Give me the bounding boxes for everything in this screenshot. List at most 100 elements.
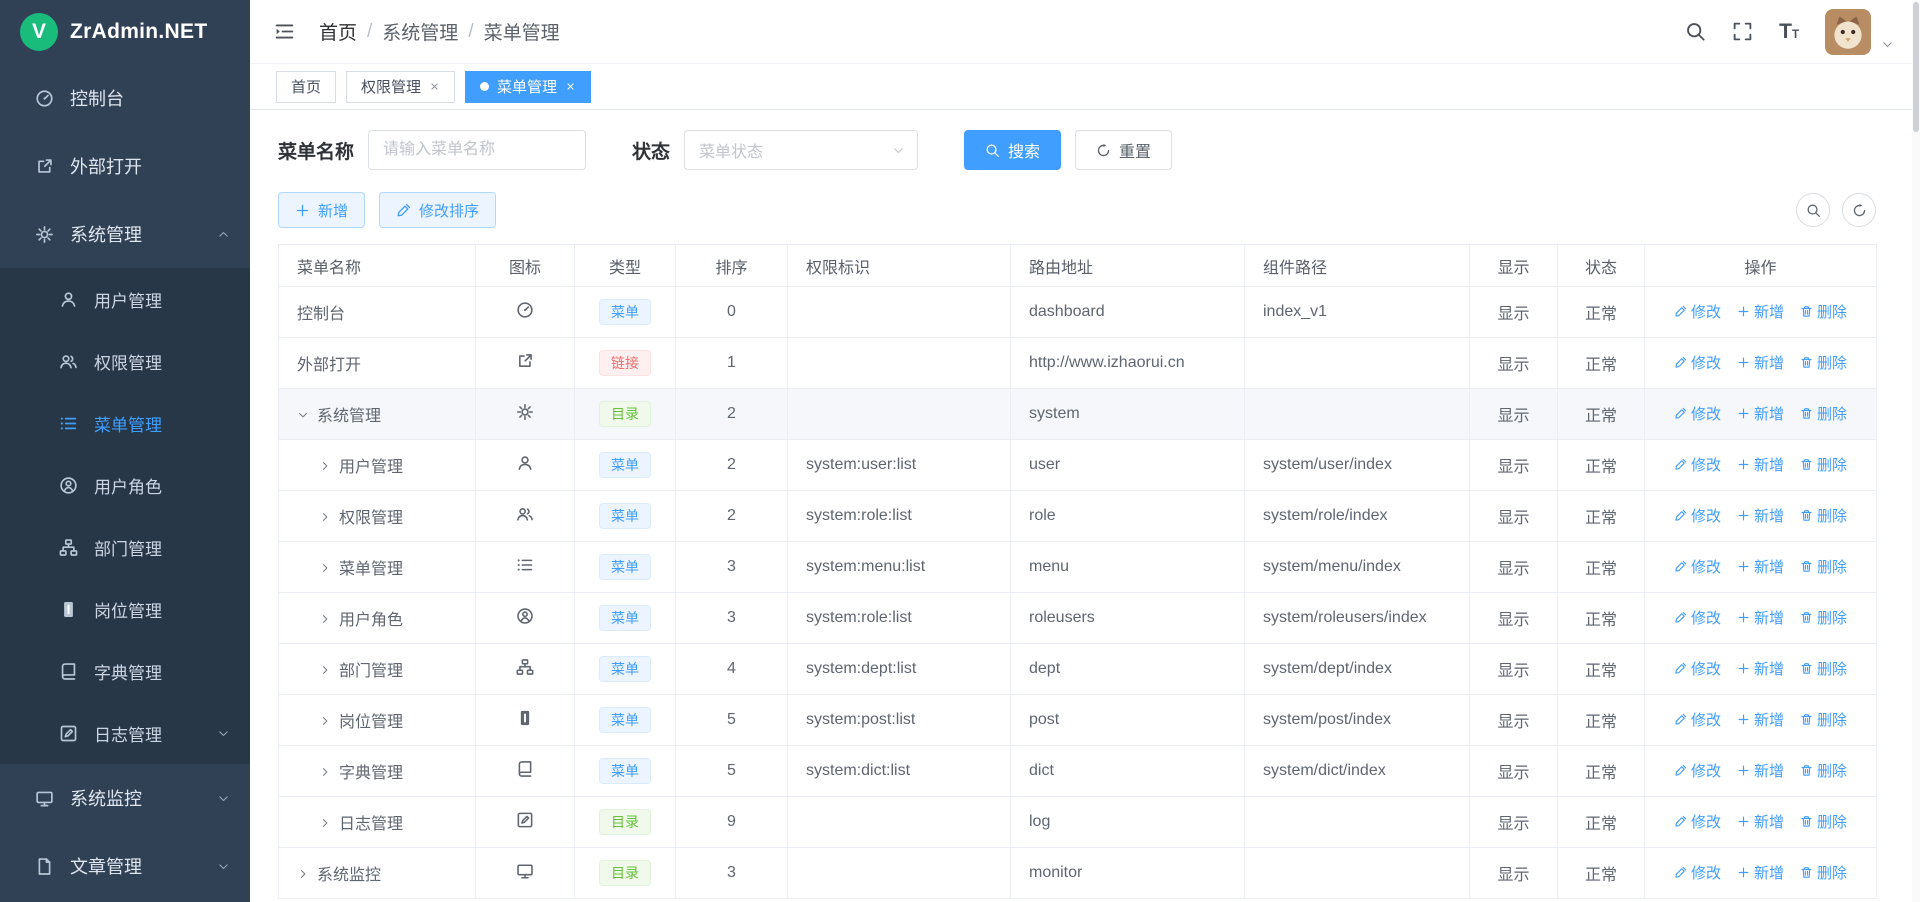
row-add-button[interactable]: 新增	[1737, 505, 1784, 526]
sidebar-item-post-management[interactable]: 岗位管理	[0, 578, 250, 640]
user-avatar[interactable]	[1825, 9, 1871, 55]
row-add-button[interactable]: 新增	[1737, 352, 1784, 373]
chevron-right-icon[interactable]	[319, 817, 331, 829]
font-size-button[interactable]: TT	[1779, 20, 1799, 44]
row-edit-button[interactable]: 修改	[1674, 811, 1721, 832]
type-tag: 目录	[599, 809, 651, 836]
row-edit-button[interactable]: 修改	[1674, 505, 1721, 526]
cell-status: 正常	[1558, 287, 1645, 338]
row-delete-button[interactable]: 删除	[1800, 607, 1847, 628]
row-edit-button[interactable]: 修改	[1674, 403, 1721, 424]
row-delete-button[interactable]: 删除	[1800, 403, 1847, 424]
row-add-button[interactable]: 新增	[1737, 811, 1784, 832]
close-icon[interactable]	[429, 81, 440, 92]
row-delete-button[interactable]: 删除	[1800, 862, 1847, 883]
toggle-search-button[interactable]	[1796, 193, 1830, 227]
tab-menu-management[interactable]: 菜单管理	[465, 71, 591, 103]
row-edit-button[interactable]: 修改	[1674, 658, 1721, 679]
sidebar-item-dictionary-management[interactable]: 字典管理	[0, 640, 250, 702]
breadcrumb-item[interactable]: 首页	[319, 18, 357, 45]
chevron-right-icon[interactable]	[319, 511, 331, 523]
sidebar-collapse-button[interactable]	[274, 21, 295, 42]
breadcrumb-item[interactable]: 系统管理	[382, 18, 458, 45]
table-row: 岗位管理菜单5system:post:listpostsystem/post/i…	[279, 695, 1877, 746]
page-scrollbar[interactable]	[1912, 0, 1920, 902]
row-edit-button[interactable]: 修改	[1674, 301, 1721, 322]
delete-icon	[1800, 713, 1813, 726]
edit-sort-button[interactable]: 修改排序	[379, 192, 496, 228]
cell-route: http://www.izhaorui.cn	[1011, 338, 1245, 389]
sidebar-item-permission-management[interactable]: 权限管理	[0, 330, 250, 392]
header-search-button[interactable]	[1685, 21, 1706, 42]
row-delete-button[interactable]: 删除	[1800, 301, 1847, 322]
row-add-button[interactable]: 新增	[1737, 709, 1784, 730]
row-delete-button[interactable]: 删除	[1800, 709, 1847, 730]
row-delete-button[interactable]: 删除	[1800, 505, 1847, 526]
sidebar-item-user-roles[interactable]: 用户角色	[0, 454, 250, 516]
tab-home[interactable]: 首页	[276, 71, 336, 103]
chevron-right-icon[interactable]	[319, 613, 331, 625]
breadcrumb-item[interactable]: 菜单管理	[484, 18, 560, 45]
sidebar-item-department-management[interactable]: 部门管理	[0, 516, 250, 578]
sidebar-item-external-open[interactable]: 外部打开	[0, 132, 250, 200]
row-edit-button[interactable]: 修改	[1674, 454, 1721, 475]
row-add-button[interactable]: 新增	[1737, 607, 1784, 628]
chevron-right-icon[interactable]	[319, 715, 331, 727]
row-edit-button[interactable]: 修改	[1674, 862, 1721, 883]
row-add-button[interactable]: 新增	[1737, 454, 1784, 475]
cell-icon	[476, 695, 575, 746]
chevron-down-icon[interactable]	[297, 409, 309, 421]
row-edit-button[interactable]: 修改	[1674, 556, 1721, 577]
sidebar-item-article-management[interactable]: 文章管理	[0, 832, 250, 900]
close-icon[interactable]	[565, 81, 576, 92]
sidebar-item-system-monitor[interactable]: 系统监控	[0, 764, 250, 832]
row-add-button[interactable]: 新增	[1737, 862, 1784, 883]
refresh-table-button[interactable]	[1842, 193, 1876, 227]
row-delete-button[interactable]: 删除	[1800, 454, 1847, 475]
row-edit-button[interactable]: 修改	[1674, 760, 1721, 781]
search-button[interactable]: 搜索	[964, 130, 1061, 170]
row-edit-button[interactable]: 修改	[1674, 709, 1721, 730]
add-menu-button[interactable]: 新增	[278, 192, 365, 228]
row-add-button[interactable]: 新增	[1737, 301, 1784, 322]
fullscreen-button[interactable]	[1732, 21, 1753, 42]
menu-status-select[interactable]: 菜单状态	[684, 130, 918, 170]
cell-name: 菜单管理	[279, 542, 476, 593]
row-delete-button[interactable]: 删除	[1800, 760, 1847, 781]
user-menu-caret-icon[interactable]	[1881, 38, 1894, 51]
search-icon	[985, 143, 1000, 158]
row-add-button[interactable]: 新增	[1737, 658, 1784, 679]
chevron-right-icon[interactable]	[297, 868, 309, 880]
row-delete-button[interactable]: 删除	[1800, 811, 1847, 832]
chevron-right-icon[interactable]	[319, 766, 331, 778]
row-delete-button[interactable]: 删除	[1800, 556, 1847, 577]
cell-order: 5	[676, 695, 788, 746]
sidebar-item-dashboard[interactable]: 控制台	[0, 64, 250, 132]
menu-name-input[interactable]	[368, 130, 586, 170]
row-add-button[interactable]: 新增	[1737, 760, 1784, 781]
menu-list-icon	[56, 414, 80, 433]
log-icon	[56, 724, 80, 743]
sidebar-item-menu-management[interactable]: 菜单管理	[0, 392, 250, 454]
chevron-right-icon[interactable]	[319, 562, 331, 574]
cell-component: system/menu/index	[1245, 542, 1470, 593]
tab-permission-management[interactable]: 权限管理	[346, 71, 455, 103]
reset-button[interactable]: 重置	[1075, 130, 1172, 170]
scrollbar-thumb[interactable]	[1913, 2, 1919, 132]
sidebar-item-user-management[interactable]: 用户管理	[0, 268, 250, 330]
sidebar-item-log-management[interactable]: 日志管理	[0, 702, 250, 764]
chevron-right-icon[interactable]	[319, 460, 331, 472]
sidebar-item-system-management[interactable]: 系统管理	[0, 200, 250, 268]
table-toolbar: 新增 修改排序	[278, 192, 1876, 228]
row-edit-button[interactable]: 修改	[1674, 607, 1721, 628]
edit-icon	[1674, 305, 1687, 318]
cell-status: 正常	[1558, 644, 1645, 695]
row-delete-button[interactable]: 删除	[1800, 352, 1847, 373]
chevron-right-icon[interactable]	[319, 664, 331, 676]
row-delete-button[interactable]: 删除	[1800, 658, 1847, 679]
table-row: 权限管理菜单2system:role:listrolesystem/role/i…	[279, 491, 1877, 542]
row-add-button[interactable]: 新增	[1737, 556, 1784, 577]
row-add-button[interactable]: 新增	[1737, 403, 1784, 424]
cell-visible: 显示	[1470, 746, 1558, 797]
row-edit-button[interactable]: 修改	[1674, 352, 1721, 373]
